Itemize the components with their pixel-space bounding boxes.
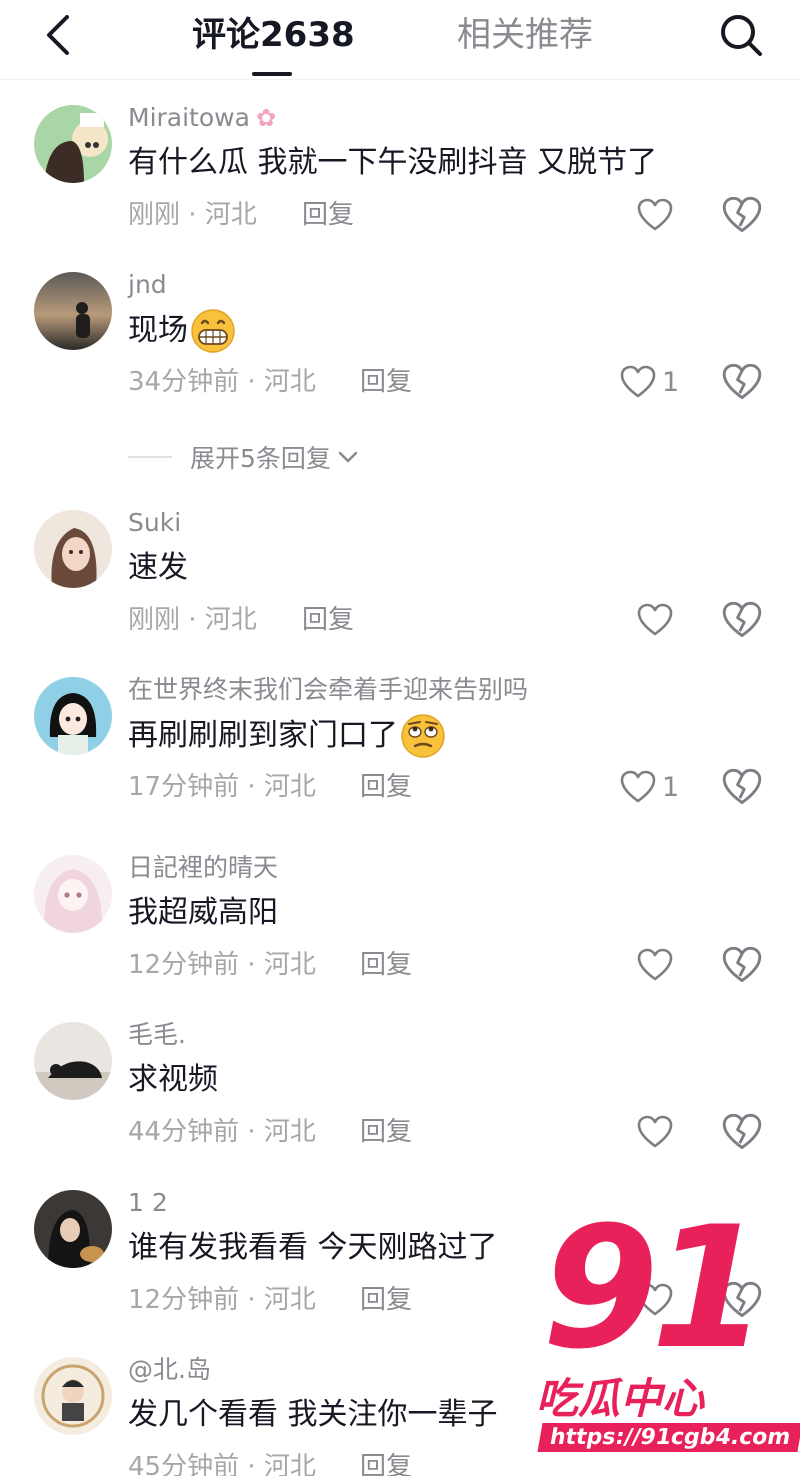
- dislike-button[interactable]: [722, 195, 762, 235]
- like-button[interactable]: 1: [620, 360, 679, 404]
- dislike-button[interactable]: [722, 767, 762, 807]
- comment-item: Suki 速发 刚刚 · 河北 回复: [0, 508, 800, 660]
- comment-item: 毛毛. 求视频 44分钟前 · 河北 回复: [0, 1020, 800, 1172]
- heart-icon: [637, 1115, 673, 1148]
- heart-icon: [637, 198, 673, 231]
- username[interactable]: jnd: [128, 268, 167, 302]
- broken-heart-icon: [722, 601, 762, 637]
- comment-item: jnd 现场 34分钟前 · 河北 回复 1: [0, 270, 800, 422]
- avatar[interactable]: [34, 1190, 112, 1268]
- comment-meta: 44分钟前 · 河北: [128, 1117, 316, 1147]
- comment-meta: 12分钟前 · 河北: [128, 1285, 316, 1315]
- reply-button[interactable]: 回复: [360, 1114, 412, 1150]
- like-button[interactable]: [637, 193, 673, 237]
- avatar[interactable]: [34, 105, 112, 183]
- comment-item: Miraitowa ✿ 有什么瓜 我就一下午没刷抖音 又脱节了 刚刚 · 河北 回…: [0, 103, 800, 255]
- heart-icon: [620, 770, 656, 803]
- comment-meta: 12分钟前 · 河北: [128, 950, 316, 980]
- reply-button[interactable]: 回复: [302, 197, 354, 233]
- like-button[interactable]: [637, 598, 673, 642]
- dislike-button[interactable]: [722, 600, 762, 640]
- like-button[interactable]: 1: [620, 765, 679, 809]
- avatar[interactable]: [34, 510, 112, 588]
- watermark-number: 91: [542, 1190, 768, 1386]
- like-count: 1: [662, 366, 680, 398]
- reply-button[interactable]: 回复: [360, 364, 412, 400]
- heart-icon: [620, 365, 656, 398]
- comment-text: 我超威高阳: [128, 895, 278, 930]
- avatar[interactable]: [34, 1357, 112, 1435]
- username[interactable]: 在世界终末我们会牵着手迎来告别吗: [128, 673, 528, 707]
- heart-icon: [637, 948, 673, 981]
- like-button[interactable]: [637, 1110, 673, 1154]
- heart-icon: [637, 603, 673, 636]
- broken-heart-icon: [722, 363, 762, 399]
- dislike-button[interactable]: [722, 1112, 762, 1152]
- reply-button[interactable]: 回复: [360, 947, 412, 983]
- expand-replies-button[interactable]: 展开5条回复: [128, 440, 359, 474]
- divider: [128, 456, 172, 458]
- username[interactable]: Miraitowa ✿: [128, 101, 276, 135]
- dislike-button[interactable]: [722, 945, 762, 985]
- comment-meta: 刚刚 · 河北: [128, 605, 257, 635]
- comment-text: 再刷刷刷到家门口了: [128, 713, 446, 759]
- reply-button[interactable]: 回复: [360, 769, 412, 805]
- comment-meta: 17分钟前 · 河北: [128, 772, 316, 802]
- username[interactable]: @北.岛: [128, 1353, 211, 1387]
- like-button[interactable]: [637, 943, 673, 987]
- broken-heart-icon: [722, 946, 762, 982]
- dislike-button[interactable]: [722, 362, 762, 402]
- username[interactable]: 毛毛.: [128, 1018, 186, 1052]
- like-count: 1: [662, 771, 680, 803]
- reply-button[interactable]: 回复: [360, 1282, 412, 1318]
- broken-heart-icon: [722, 1113, 762, 1149]
- avatar[interactable]: [34, 855, 112, 933]
- avatar[interactable]: [34, 677, 112, 755]
- comment-item: 日記裡的晴天 我超威高阳 12分钟前 · 河北 回复: [0, 853, 800, 1005]
- reply-button[interactable]: 回复: [360, 1449, 412, 1476]
- comment-text: 发几个看看 我关注你一辈子: [128, 1397, 498, 1432]
- broken-heart-icon: [722, 196, 762, 232]
- username[interactable]: 日記裡的晴天: [128, 851, 278, 885]
- username[interactable]: 1 2: [128, 1186, 168, 1220]
- chevron-down-icon: [338, 451, 358, 463]
- eyeroll-emoji-icon: [401, 714, 445, 758]
- comment-meta: 45分钟前 · 河北: [128, 1452, 316, 1476]
- comment-text: 速发: [128, 550, 188, 585]
- comment-meta: 刚刚 · 河北: [128, 200, 257, 230]
- avatar[interactable]: [34, 272, 112, 350]
- flower-icon: ✿: [255, 104, 277, 132]
- reply-button[interactable]: 回复: [302, 602, 354, 638]
- comment-text: 现场: [128, 308, 236, 354]
- broken-heart-icon: [722, 768, 762, 804]
- watermark-url: https://91cgb4.com: [537, 1423, 800, 1452]
- comment-meta: 34分钟前 · 河北: [128, 367, 316, 397]
- username[interactable]: Suki: [128, 506, 181, 540]
- comment-text: 有什么瓜 我就一下午没刷抖音 又脱节了: [128, 145, 658, 180]
- comment-item: 在世界终末我们会牵着手迎来告别吗 再刷刷刷到家门口了 17分钟前 · 河北 回复…: [0, 675, 800, 827]
- watermark-logo: 91 吃瓜中心 https://91cgb4.com: [530, 1193, 800, 1467]
- grin-emoji-icon: [191, 309, 235, 353]
- comment-text: 求视频: [128, 1062, 218, 1097]
- comment-text: 谁有发我看看 今天刚路过了: [128, 1230, 498, 1265]
- watermark-subtitle: 吃瓜中心: [536, 1374, 705, 1423]
- avatar[interactable]: [34, 1022, 112, 1100]
